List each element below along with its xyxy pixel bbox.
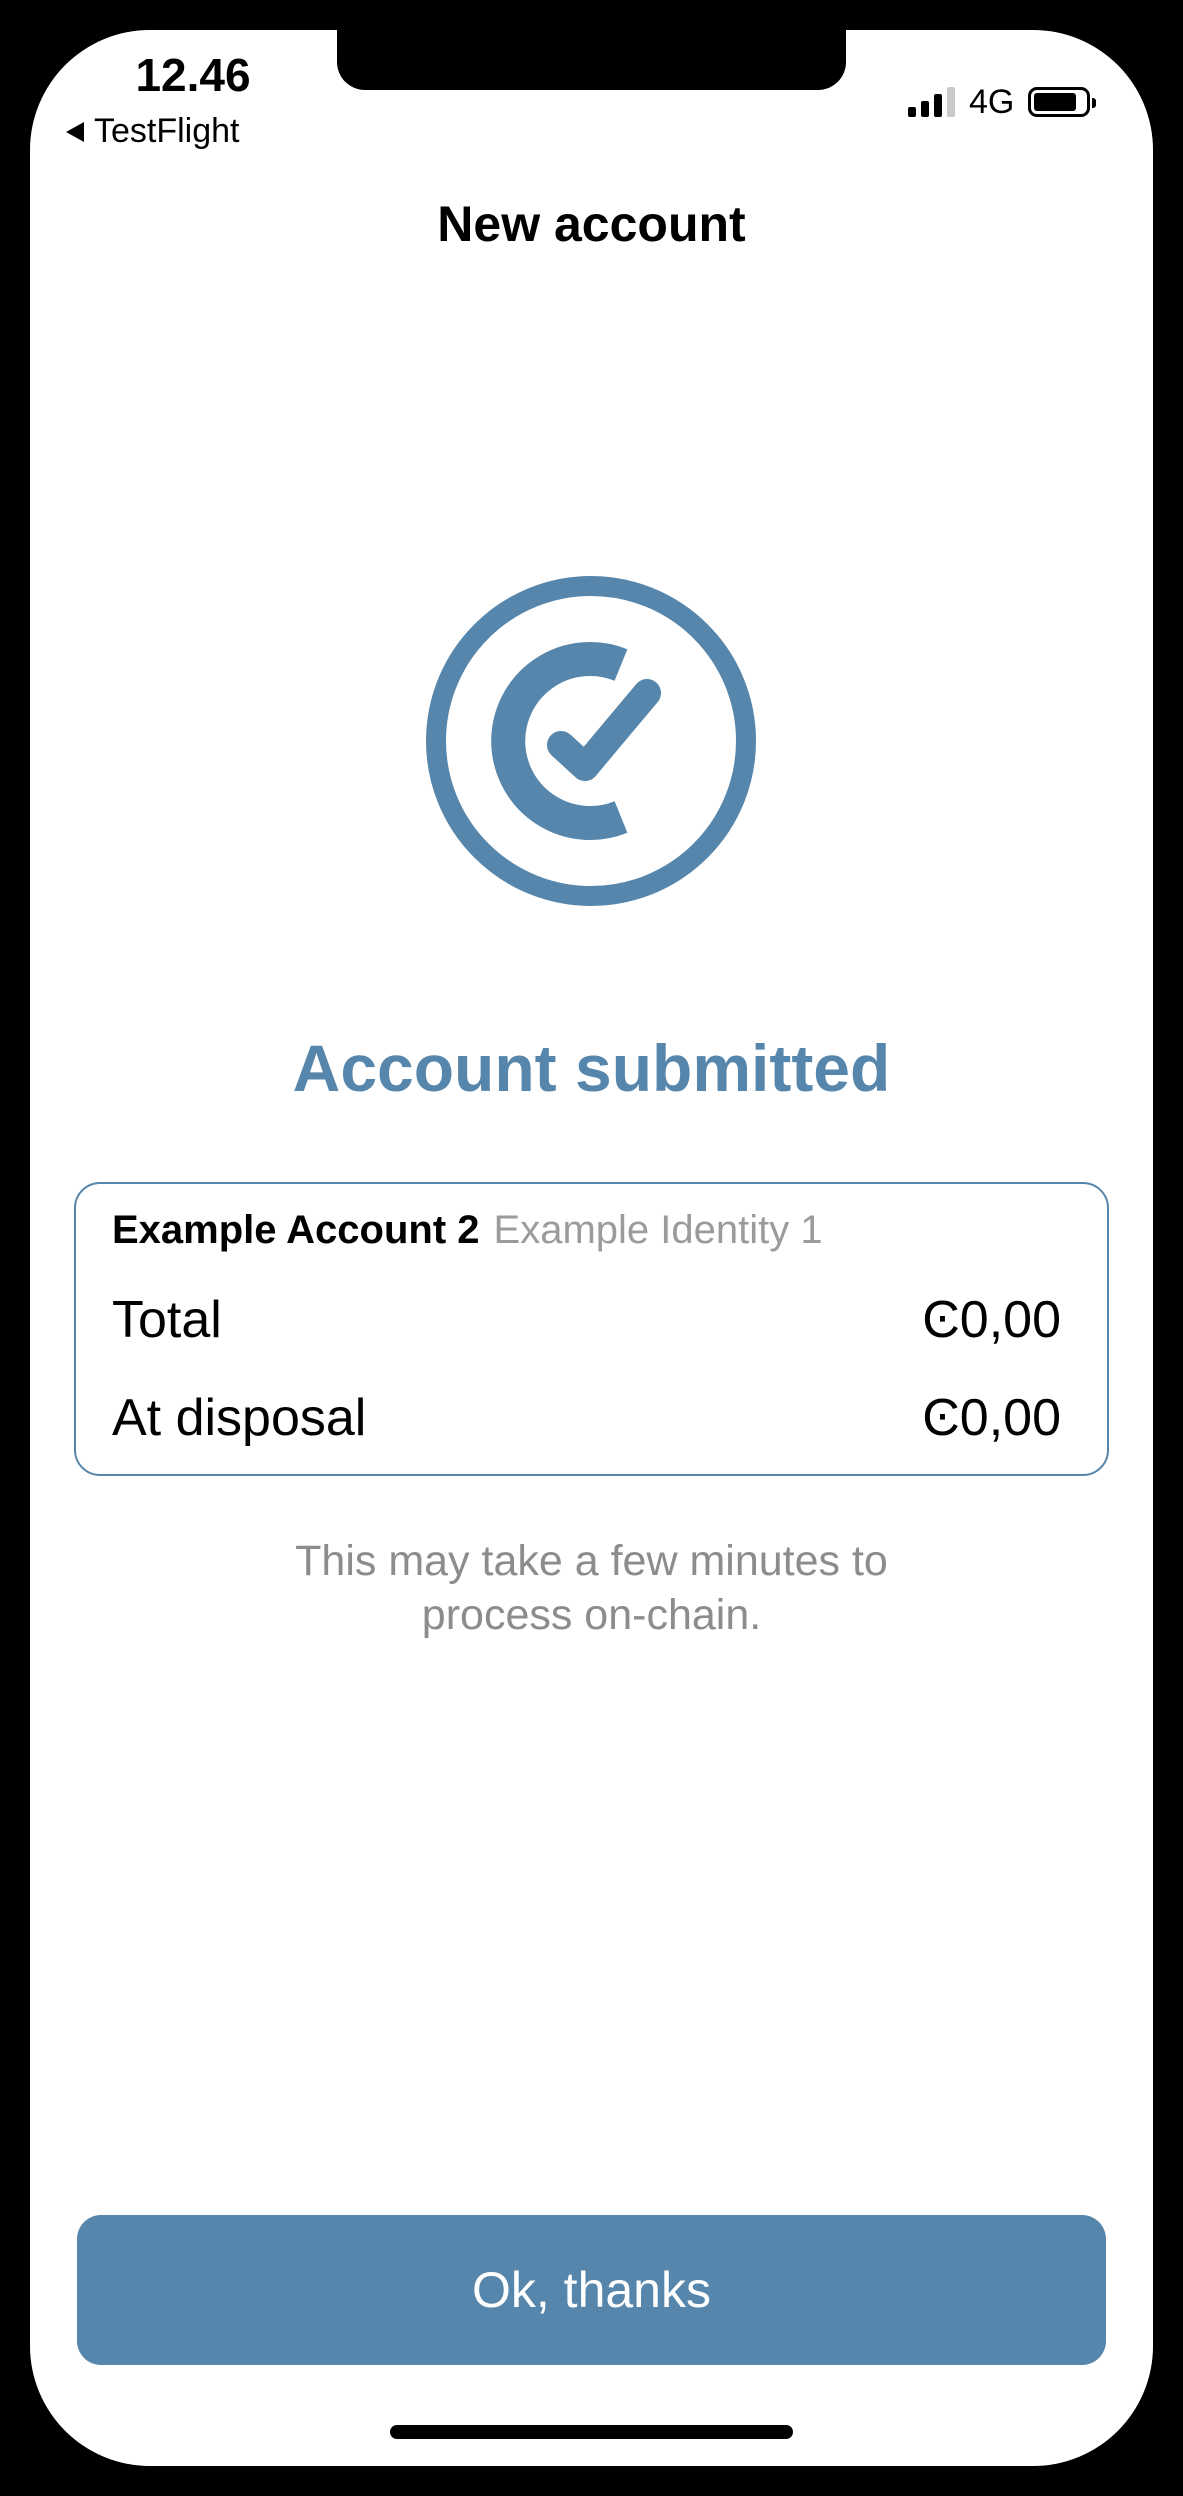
signal-bars-icon [908,87,955,117]
balance-row-at-disposal: At disposal Ͼ0,00 [112,1388,1061,1448]
battery-icon [1028,87,1097,117]
result-heading: Account submitted [292,1031,891,1105]
status-indicators: 4G [908,80,1097,124]
home-indicator[interactable] [390,2425,793,2439]
back-to-app-link[interactable]: TestFlight [66,112,240,151]
balance-label: At disposal [112,1389,367,1447]
balance-label: Total [112,1291,222,1349]
back-app-label: TestFlight [94,112,240,150]
account-summary-card: Example Account 2 Example Identity 1 Tota… [74,1182,1109,1476]
back-triangle-icon [66,121,84,142]
status-time: 12.46 [135,49,251,101]
balance-value: Ͼ0,00 [922,1291,1061,1349]
device-notch [337,30,846,90]
app-screen: 12.46 TestFlight 4G New account Account … [30,30,1153,2466]
processing-note: This may take a few minutes to process o… [295,1537,888,1639]
network-type: 4G [969,82,1015,121]
account-name: Example Account 2 [112,1208,480,1252]
page-title: New account [437,196,746,252]
balance-value: Ͼ0,00 [922,1389,1061,1447]
concordium-check-icon [426,576,756,906]
balance-row-total: Total Ͼ0,00 [112,1290,1061,1350]
ok-thanks-button[interactable]: Ok, thanks [77,2215,1106,2365]
identity-name: Example Identity 1 [493,1208,823,1252]
phone-frame: 12.46 TestFlight 4G New account Account … [0,0,1183,2496]
account-card-header: Example Account 2 Example Identity 1 [112,1208,823,1253]
